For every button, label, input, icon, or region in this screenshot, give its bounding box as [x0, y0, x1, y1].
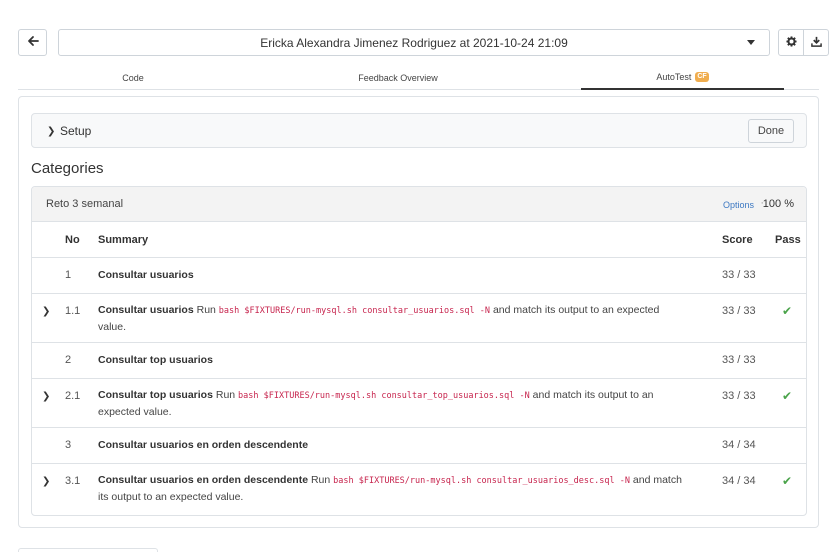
arrow-left-icon [27, 35, 39, 50]
row-score: 33 / 33 [722, 269, 756, 281]
category-header: Reto 3 semanal Options · 100 % [32, 187, 806, 222]
table-row: 1 Consultar usuarios 33 / 33 [32, 258, 806, 294]
done-button[interactable]: Done [748, 119, 794, 143]
row-no: 2 [65, 354, 72, 366]
tab-autotest-label: AutoTest [656, 72, 692, 82]
view-tabs: Code Feedback Overview AutoTest CF [18, 66, 819, 90]
options-link[interactable]: Options [723, 200, 754, 210]
row-score: 33 / 33 [722, 390, 756, 402]
categories-heading: Categories [31, 160, 104, 177]
row-title: Consultar usuarios en orden descendente [98, 439, 309, 451]
row-no: 1.1 [65, 305, 81, 317]
tab-feedback-label: Feedback Overview [358, 73, 438, 83]
row-summary: Consultar top usuarios Run bash $FIXTURE… [98, 387, 688, 420]
row-command: bash $FIXTURES/run-mysql.sh consultar_us… [333, 476, 630, 486]
tab-autotest[interactable]: AutoTest CF [581, 66, 784, 90]
chevron-right-icon: ❯ [47, 126, 56, 137]
chevron-right-icon[interactable]: ❯ [42, 476, 50, 487]
tab-code[interactable]: Code [18, 66, 248, 90]
download-button[interactable] [803, 29, 829, 56]
row-title: Consultar top usuarios [98, 354, 213, 366]
chevron-down-icon [747, 40, 755, 45]
submission-title: Ericka Alexandra Jimenez Rodriguez at 20… [260, 35, 568, 50]
row-score: 34 / 34 [722, 439, 756, 451]
row-summary: Consultar top usuarios [98, 352, 688, 368]
row-command: bash $FIXTURES/run-mysql.sh consultar_to… [238, 391, 530, 401]
row-title: Consultar usuarios en orden descendente [98, 474, 309, 486]
table-row: 3 Consultar usuarios en orden descendent… [32, 428, 806, 464]
chevron-right-icon[interactable]: ❯ [42, 306, 50, 317]
header-no: No [65, 234, 80, 246]
row-score: 34 / 34 [722, 475, 756, 487]
tab-code-label: Code [122, 73, 144, 83]
row-summary: Consultar usuarios en orden descendente … [98, 472, 688, 505]
submission-select[interactable]: Ericka Alexandra Jimenez Rodriguez at 20… [58, 29, 770, 56]
row-run-text: Run [310, 474, 331, 486]
table-row[interactable]: ❯ 3.1 Consultar usuarios en orden descen… [32, 464, 806, 515]
category-percentage: 100 % [762, 198, 794, 210]
row-command: bash $FIXTURES/run-mysql.sh consultar_us… [218, 306, 491, 316]
row-title: Consultar usuarios [98, 304, 194, 316]
setup-label: Setup [60, 124, 92, 138]
header-pass: Pass [775, 234, 801, 246]
tab-feedback-overview[interactable]: Feedback Overview [298, 66, 498, 90]
check-icon: ✔ [782, 304, 793, 318]
setup-collapse[interactable]: ❯ Setup Done [31, 113, 807, 148]
table-row[interactable]: ❯ 2.1 Consultar top usuarios Run bash $F… [32, 379, 806, 428]
settings-button[interactable] [778, 29, 804, 56]
submission-toolbar: Ericka Alexandra Jimenez Rodriguez at 20… [18, 29, 829, 56]
header-score: Score [722, 234, 753, 246]
check-icon: ✔ [782, 389, 793, 403]
header-summary: Summary [98, 234, 149, 246]
action-buttons [778, 29, 829, 56]
bottom-panel-edge [18, 548, 158, 552]
cf-badge: CF [695, 72, 709, 82]
check-icon: ✔ [782, 474, 793, 488]
row-summary: Consultar usuarios [98, 267, 688, 283]
row-no: 3 [65, 439, 72, 451]
row-summary: Consultar usuarios Run bash $FIXTURES/ru… [98, 302, 688, 335]
row-no: 2.1 [65, 390, 81, 402]
row-summary: Consultar usuarios en orden descendente [98, 437, 688, 453]
row-title: Consultar usuarios [98, 269, 194, 281]
row-no: 1 [65, 269, 72, 281]
table-row: 2 Consultar top usuarios 33 / 33 [32, 343, 806, 379]
category-card: Reto 3 semanal Options · 100 % No Summar… [31, 186, 807, 516]
download-icon [810, 36, 822, 50]
row-run-text: Run [215, 389, 236, 401]
category-name: Reto 3 semanal [46, 198, 124, 210]
row-run-text: Run [196, 304, 216, 316]
back-button[interactable] [18, 29, 47, 56]
table-row[interactable]: ❯ 1.1 Consultar usuarios Run bash $FIXTU… [32, 294, 806, 343]
chevron-right-icon[interactable]: ❯ [42, 391, 50, 402]
row-score: 33 / 33 [722, 354, 756, 366]
row-no: 3.1 [65, 475, 81, 487]
autotest-panel: ❯ Setup Done Categories Reto 3 semanal O… [18, 96, 819, 528]
row-title: Consultar top usuarios [98, 389, 213, 401]
table-header: No Summary Score Pass [32, 222, 806, 258]
gear-icon [785, 35, 797, 50]
row-score: 33 / 33 [722, 305, 756, 317]
